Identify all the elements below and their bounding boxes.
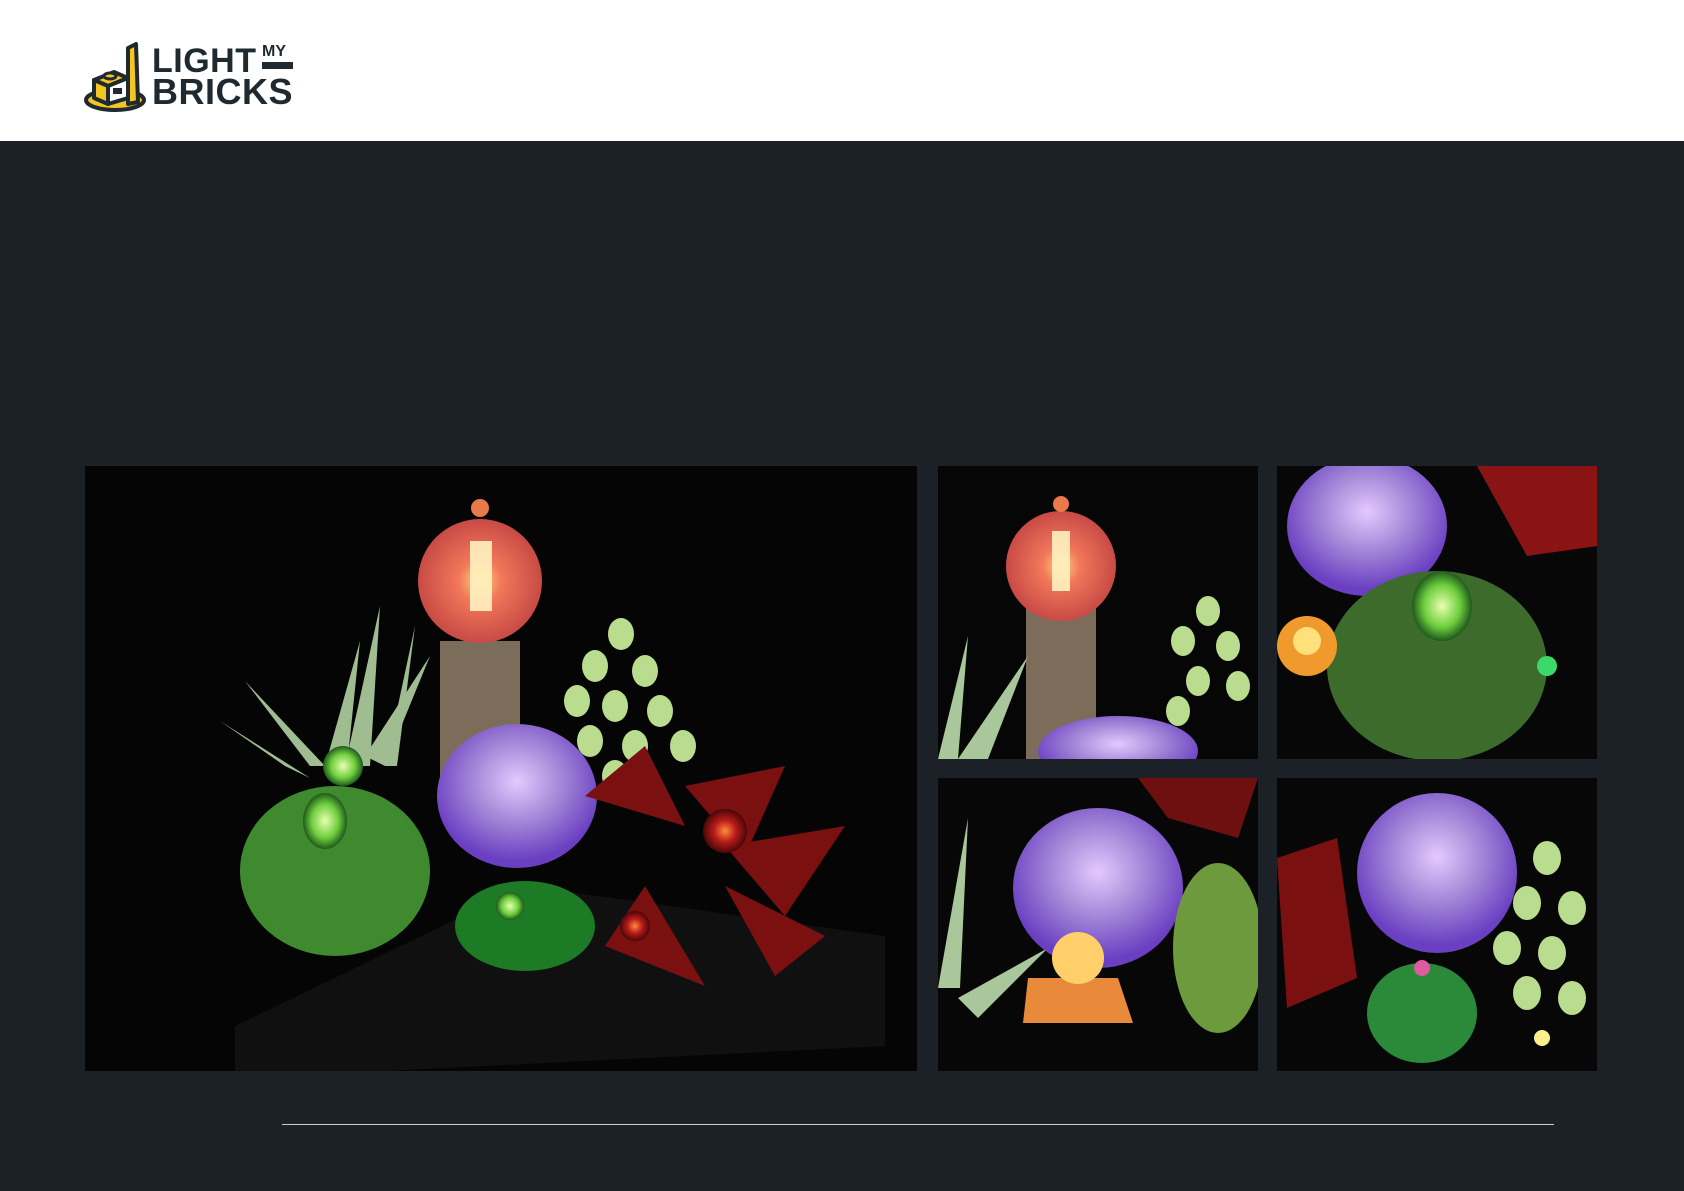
lightmybricks-logo[interactable]: LIGHT MY BRICKS [84,40,294,112]
section-divider [282,1124,1554,1125]
purple-bloom-cactus-photo [1277,778,1597,1071]
site-header: LIGHT MY BRICKS [0,0,1684,141]
purple-bloom-orange-glow-photo [938,778,1258,1071]
green-succulent-closeup-photo [1277,466,1597,759]
brick-lamp-icon [84,42,146,112]
pink-lantern-succulent-photo [938,466,1258,759]
logo-text-my: MY [262,43,286,60]
succulents-main-photo [85,466,917,1071]
logo-dash [262,62,293,69]
logo-text-bricks: BRICKS [152,71,294,112]
